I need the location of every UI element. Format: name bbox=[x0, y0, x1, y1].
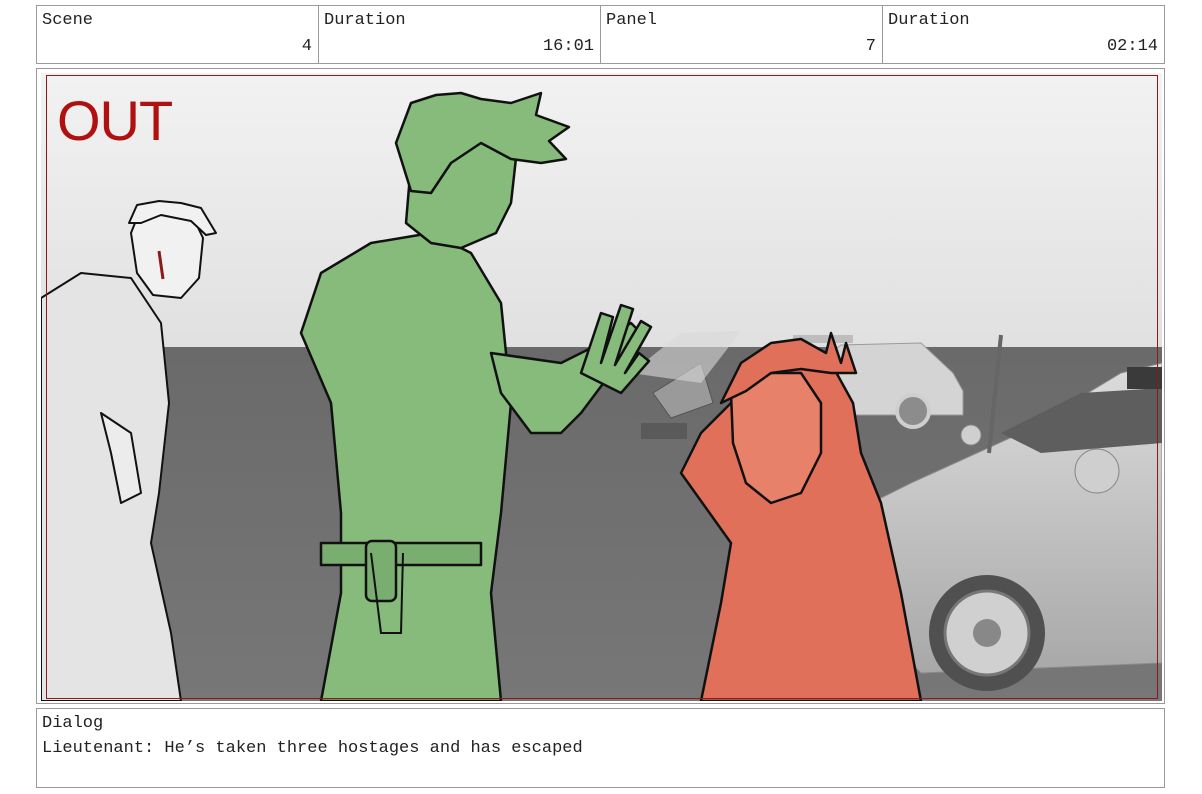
panel-label: Panel bbox=[606, 11, 658, 30]
panel-info-header: Scene 4 Duration 16:01 Panel 7 Duration … bbox=[36, 5, 1165, 64]
storyboard-panel: OUT bbox=[36, 68, 1165, 704]
scene-duration-label: Duration bbox=[324, 11, 406, 30]
scene-duration-value[interactable]: 16:01 bbox=[543, 37, 594, 57]
dialog-text[interactable]: Lieutenant: He’s taken three hostages an… bbox=[42, 739, 583, 759]
scene-number[interactable]: 4 bbox=[302, 37, 312, 57]
dialog-label: Dialog bbox=[42, 714, 104, 733]
panel-cell: Panel 7 bbox=[601, 6, 883, 63]
panel-number[interactable]: 7 bbox=[866, 37, 876, 57]
dialog-box: Dialog Lieutenant: He’s taken three host… bbox=[36, 708, 1165, 788]
scene-cell: Scene 4 bbox=[37, 6, 319, 63]
transition-label: OUT bbox=[57, 89, 173, 152]
panel-artwork[interactable] bbox=[41, 73, 1162, 701]
scene-label: Scene bbox=[42, 11, 94, 30]
panel-duration-value[interactable]: 02:14 bbox=[1107, 37, 1158, 57]
scene-duration-cell: Duration 16:01 bbox=[319, 6, 601, 63]
panel-duration-cell: Duration 02:14 bbox=[883, 6, 1164, 63]
sky bbox=[41, 73, 1162, 353]
panel-duration-label: Duration bbox=[888, 11, 970, 30]
